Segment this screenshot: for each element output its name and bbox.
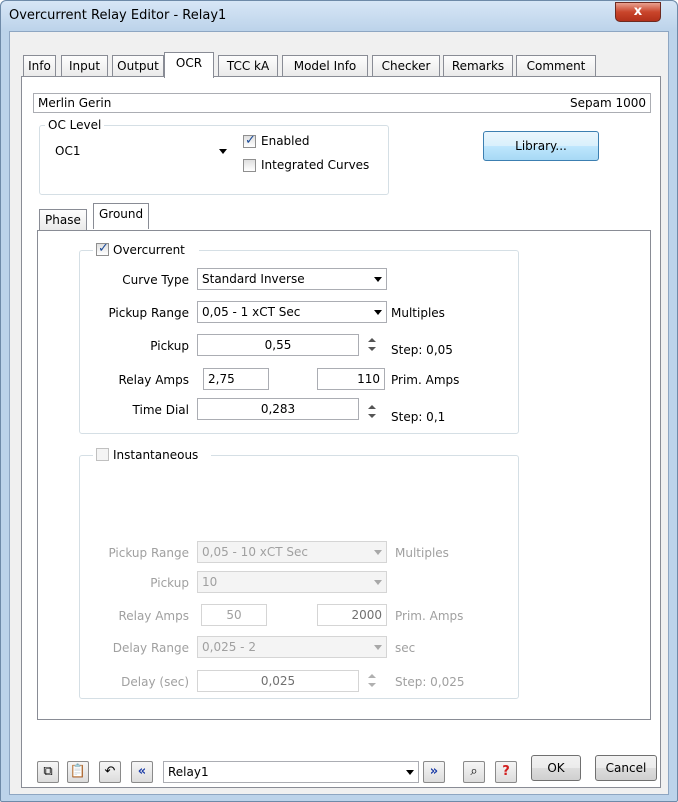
inst-pickup-range-label: Pickup Range — [108, 546, 189, 560]
pickup-input[interactable]: 0,55 — [197, 334, 359, 356]
spin-down-icon[interactable] — [368, 414, 376, 418]
tab-comment[interactable]: Comment — [516, 55, 596, 77]
tab-output[interactable]: Output — [112, 55, 164, 77]
chevron-down-icon — [374, 310, 382, 315]
title-bar[interactable]: Overcurrent Relay Editor - Relay1 x — [1, 1, 677, 31]
enabled-checkbox[interactable] — [243, 133, 256, 148]
paste-icon[interactable]: 📋 — [67, 761, 89, 783]
inst-prim-amps-label: Prim. Amps — [395, 609, 464, 623]
pickup-range-label: Pickup Range — [108, 306, 189, 320]
model-label: Sepam 1000 — [569, 96, 646, 110]
find-icon[interactable]: ⌕ — [463, 761, 485, 783]
time-dial-input[interactable]: 0,283 — [197, 398, 359, 420]
next-icon[interactable]: » — [423, 761, 445, 783]
delay-input[interactable]: 0,025 — [197, 670, 359, 692]
subtab-ground[interactable]: Ground — [93, 203, 150, 229]
pickup-range-select[interactable]: 0,05 - 1 xCT Sec — [197, 301, 387, 323]
time-dial-spinner[interactable] — [365, 401, 379, 423]
chevron-down-icon — [374, 580, 382, 585]
pickup-label: Pickup — [150, 339, 189, 353]
pickup-step: Step: 0,05 — [391, 343, 453, 357]
delay-step: Step: 0,025 — [395, 675, 465, 689]
spin-down-icon[interactable] — [368, 347, 376, 351]
tab-model-info[interactable]: Model Info — [282, 55, 368, 77]
relay-editor-window: Overcurrent Relay Editor - Relay1 x Info… — [0, 0, 678, 802]
oc-level-group-label: OC Level — [45, 118, 105, 132]
tab-input[interactable]: Input — [61, 55, 108, 77]
delay-spinner[interactable] — [365, 670, 379, 692]
tab-info[interactable]: Info — [23, 55, 56, 77]
overcurrent-label: Overcurrent — [113, 243, 185, 257]
tab-checker[interactable]: Checker — [372, 55, 440, 77]
spin-up-icon[interactable] — [368, 674, 376, 678]
inst-relay-amps-input[interactable]: 50 — [201, 604, 267, 626]
undo-icon[interactable]: ↶ — [99, 761, 121, 783]
inst-pickup-range-select[interactable]: 0,05 - 10 xCT Sec — [197, 541, 387, 563]
prim-amps-label: Prim. Amps — [391, 373, 460, 387]
previous-icon[interactable]: « — [131, 761, 153, 783]
curve-type-select[interactable]: Standard Inverse — [197, 268, 387, 290]
library-button[interactable]: Library... — [483, 131, 599, 161]
inst-pickup-select[interactable]: 10 — [197, 571, 387, 593]
chevron-down-icon — [219, 149, 227, 154]
instantaneous-label: Instantaneous — [113, 448, 199, 462]
copy-icon[interactable]: ⧉ — [37, 761, 59, 783]
oc-level-select[interactable]: OC1 — [51, 141, 231, 163]
spin-up-icon[interactable] — [368, 338, 376, 342]
ok-button[interactable]: OK — [531, 755, 581, 781]
prim-amps-input[interactable]: 110 — [317, 368, 385, 390]
inst-prim-amps-input[interactable]: 2000 — [317, 604, 387, 626]
overcurrent-checkbox[interactable] — [96, 241, 109, 256]
inst-pickup-range-units: Multiples — [395, 546, 449, 560]
cancel-button[interactable]: Cancel — [595, 755, 657, 781]
relay-select[interactable]: Relay1 — [163, 761, 419, 783]
inst-pickup-label: Pickup — [150, 576, 189, 590]
tab-tcc-ka[interactable]: TCC kA — [218, 55, 278, 77]
pickup-range-units: Multiples — [391, 306, 445, 320]
instantaneous-header: Instantaneous — [93, 447, 211, 463]
relay-amps-input[interactable]: 2,75 — [203, 368, 269, 390]
curve-type-label: Curve Type — [122, 273, 189, 287]
enabled-label: Enabled — [261, 134, 310, 148]
instantaneous-checkbox[interactable] — [96, 448, 109, 461]
time-dial-label: Time Dial — [132, 403, 189, 417]
relay-info-bar: Merlin Gerin Sepam 1000 — [33, 93, 651, 113]
help-icon[interactable]: ? — [495, 761, 517, 783]
manufacturer-label: Merlin Gerin — [38, 96, 112, 110]
delay-range-label: Delay Range — [112, 641, 189, 655]
tab-ocr[interactable]: OCR — [164, 52, 214, 78]
time-dial-step: Step: 0,1 — [391, 410, 446, 424]
subtab-phase[interactable]: Phase — [39, 209, 87, 231]
integrated-curves-checkbox[interactable] — [243, 159, 256, 172]
window-title: Overcurrent Relay Editor - Relay1 — [9, 8, 227, 23]
integrated-curves-label: Integrated Curves — [261, 158, 370, 172]
chevron-down-icon — [374, 550, 382, 555]
inst-relay-amps-label: Relay Amps — [118, 609, 189, 623]
spin-up-icon[interactable] — [368, 405, 376, 409]
chevron-down-icon — [374, 277, 382, 282]
overcurrent-header: Overcurrent — [93, 241, 199, 258]
delay-range-units: sec — [395, 641, 416, 655]
tab-remarks[interactable]: Remarks — [443, 55, 513, 77]
spin-down-icon[interactable] — [368, 683, 376, 687]
pickup-spinner[interactable] — [365, 334, 379, 356]
chevron-down-icon — [374, 645, 382, 650]
relay-amps-label: Relay Amps — [118, 373, 189, 387]
chevron-down-icon — [406, 770, 414, 775]
delay-range-select[interactable]: 0,025 - 2 — [197, 636, 387, 658]
delay-label: Delay (sec) — [121, 675, 189, 689]
close-button[interactable]: x — [615, 2, 661, 22]
